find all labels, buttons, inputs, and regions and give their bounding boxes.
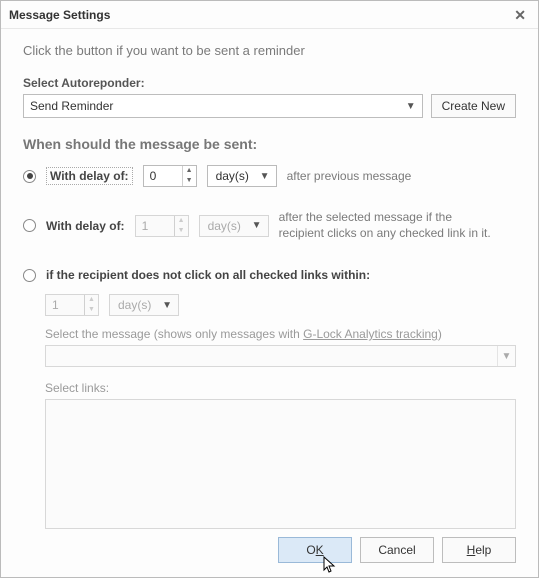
ok-button[interactable]: OK — [278, 537, 352, 563]
delay1-unit-select[interactable]: day(s) ▼ — [207, 165, 277, 187]
close-icon[interactable]: ✕ — [510, 6, 530, 24]
help-button[interactable]: Help — [442, 537, 516, 563]
delay2-unit-select: day(s) ▼ — [199, 215, 269, 237]
delay3-value: 1 — [46, 298, 84, 312]
option-no-click: if the recipient does not click on all c… — [23, 263, 516, 287]
spinner-arrows-icon: ▲▼ — [182, 166, 196, 186]
message-settings-dialog: Message Settings ✕ Click the button if y… — [0, 0, 539, 578]
option-delay-previous: With delay of: 0 ▲▼ day(s) ▼ after previ… — [23, 164, 516, 188]
delay2-spinner: 1 ▲▼ — [135, 215, 189, 237]
radio-label-3: if the recipient does not click on all c… — [46, 268, 370, 282]
chevron-down-icon: ▼ — [162, 300, 172, 311]
radio-option-3[interactable] — [23, 269, 36, 282]
schedule-section-title: When should the message be sent: — [23, 136, 516, 152]
instruction-text: Click the button if you want to be sent … — [23, 43, 516, 58]
delay2-suffix: after the selected message if the recipi… — [279, 210, 499, 241]
delay2-unit: day(s) — [208, 219, 241, 233]
chevron-down-icon: ▼ — [260, 171, 270, 182]
option-delay-selected: With delay of: 1 ▲▼ day(s) ▼ after the s… — [23, 210, 516, 241]
spinner-arrows-icon: ▲▼ — [84, 295, 98, 315]
radio-label-1: With delay of: — [46, 167, 133, 185]
cancel-button[interactable]: Cancel — [360, 537, 434, 563]
chevron-down-icon: ▼ — [497, 346, 515, 366]
chevron-down-icon: ▼ — [252, 220, 262, 231]
autoresponder-value: Send Reminder — [30, 99, 113, 113]
chevron-down-icon: ▼ — [406, 101, 416, 112]
create-new-button[interactable]: Create New — [431, 94, 516, 118]
select-links-label: Select links: — [45, 381, 516, 395]
analytics-link[interactable]: G-Lock Analytics tracking — [303, 327, 438, 341]
select-message-dropdown: ▼ — [45, 345, 516, 367]
delay3-spinner: 1 ▲▼ — [45, 294, 99, 316]
delay3-unit: day(s) — [118, 298, 151, 312]
dialog-footer: OK Cancel Help — [278, 537, 516, 563]
delay3-unit-select: day(s) ▼ — [109, 294, 179, 316]
delay1-unit: day(s) — [216, 169, 249, 183]
option3-details: 1 ▲▼ day(s) ▼ Select the message (shows … — [23, 293, 516, 529]
dialog-content: Click the button if you want to be sent … — [1, 29, 538, 533]
delay2-value: 1 — [136, 219, 174, 233]
cursor-icon — [323, 556, 337, 574]
radio-label-2: With delay of: — [46, 219, 125, 233]
autoresponder-select[interactable]: Send Reminder ▼ — [23, 94, 423, 118]
titlebar: Message Settings ✕ — [1, 1, 538, 29]
select-message-label: Select the message (shows only messages … — [45, 327, 516, 341]
delay1-suffix: after previous message — [287, 169, 412, 183]
radio-option-1[interactable] — [23, 170, 36, 183]
select-links-list — [45, 399, 516, 529]
autoresponder-label: Select Autoreponder: — [23, 76, 516, 90]
delay1-value: 0 — [144, 169, 182, 183]
window-title: Message Settings — [9, 8, 110, 22]
radio-option-2[interactable] — [23, 219, 36, 232]
delay1-spinner[interactable]: 0 ▲▼ — [143, 165, 197, 187]
spinner-arrows-icon: ▲▼ — [174, 216, 188, 236]
